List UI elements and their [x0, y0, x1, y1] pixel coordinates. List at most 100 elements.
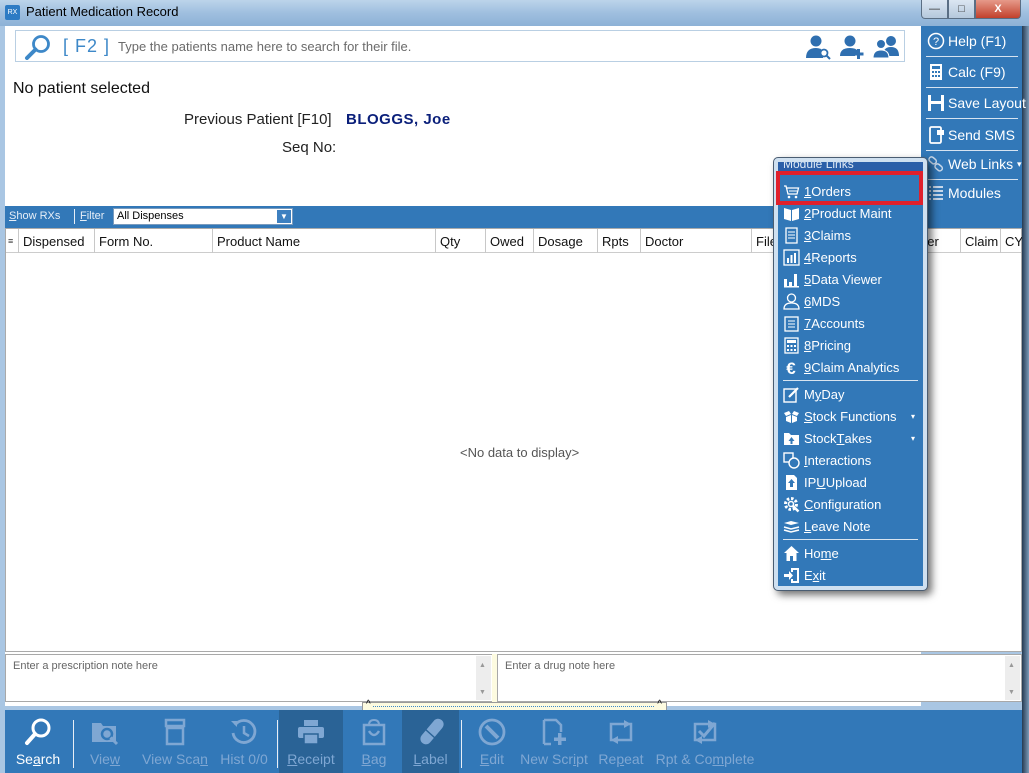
upload-icon [786, 474, 797, 490]
minimize-button[interactable]: — [921, 0, 948, 19]
sms-icon [929, 126, 944, 144]
patient-group-icon[interactable] [872, 34, 900, 60]
column-header-qty[interactable]: Qty [435, 229, 485, 253]
column-header-doctor[interactable]: Doctor [640, 229, 752, 253]
svg-text:€: € [786, 359, 796, 376]
modules-icon [929, 186, 943, 200]
menu-item-home[interactable]: Ho m e [778, 542, 923, 564]
euro-icon: € [786, 359, 796, 376]
add-patient-icon[interactable] [838, 34, 866, 60]
view-scan-button[interactable]: View Scan [139, 710, 211, 773]
menu-item-configuration[interactable]: Configuration [778, 493, 923, 515]
menu-item-exit[interactable]: Ex it [778, 564, 923, 586]
prescription-note-input[interactable] [6, 655, 474, 701]
help-button[interactable]: ? Help (F1) [923, 27, 1020, 55]
column-header-form-no[interactable]: Form No. [94, 229, 212, 253]
menu-item-reports[interactable]: 4 Reports [778, 246, 923, 268]
menu-item-interactions[interactable]: Interactions [778, 449, 923, 471]
menu-item-accounts[interactable]: 7 Accounts [778, 312, 923, 334]
menu-item-pricing[interactable]: 8 Pricing [778, 334, 923, 356]
calculator-icon [930, 64, 942, 80]
find-patient-icon[interactable] [804, 34, 832, 60]
column-header-rpts[interactable]: Rpts [597, 229, 640, 253]
toolbar-divider [277, 720, 278, 768]
close-icon: X [994, 3, 1002, 15]
prescription-note-scrollbar[interactable]: ▲ ▼ [476, 656, 491, 700]
drug-note-scrollbar[interactable]: ▲ ▼ [1005, 656, 1020, 700]
show-rxs-link[interactable]: Show RXs [9, 210, 60, 222]
new-script-button[interactable]: New Script [520, 710, 588, 773]
box-icon [784, 207, 799, 221]
boxes-icon [784, 410, 799, 423]
edit-button[interactable]: Edit [473, 710, 511, 773]
close-button[interactable]: X [975, 0, 1021, 19]
interactions-icon [783, 451, 800, 469]
scroll-up-icon[interactable]: ▲ [1008, 662, 1015, 669]
report-icon [783, 248, 800, 266]
menu-item-data-viewer[interactable]: 5 Data Viewer [778, 268, 923, 290]
search-icon[interactable] [24, 34, 52, 60]
column-header-claim[interactable]: Claim [960, 229, 1000, 253]
bottom-toolbar: Search View View Scan Hist 0/0 Receipt B… [5, 710, 1022, 773]
layers-icon [783, 520, 800, 533]
folder-up-icon [784, 432, 799, 445]
menu-item-stock-takes[interactable]: Stock Takes ▾ [778, 427, 923, 449]
repeat-icon [609, 720, 633, 744]
view-button[interactable]: View [83, 710, 127, 773]
column-header-cy[interactable]: CY [1000, 229, 1022, 253]
receipt-button[interactable]: Receipt [279, 710, 343, 773]
menu-item-ipu-upload[interactable]: IP U Upload [778, 471, 923, 493]
column-header-dosage[interactable]: Dosage [533, 229, 597, 253]
patient-search-input[interactable] [118, 36, 698, 56]
scanner-icon [164, 718, 186, 746]
bag-icon [362, 718, 386, 746]
column-header-owed[interactable]: Owed [485, 229, 533, 253]
web-links-button[interactable]: Web Links ▾ [923, 150, 1022, 178]
calculator-icon [784, 336, 799, 354]
modules-button[interactable]: Modules [923, 179, 1020, 207]
menu-item-my-day[interactable]: My Day [778, 383, 923, 405]
search-button[interactable]: Search [9, 710, 67, 773]
repeat-button[interactable]: Repeat [595, 710, 647, 773]
help-icon: ? [927, 32, 945, 50]
calc-button[interactable]: Calc (F9) [923, 58, 1020, 86]
menu-item-product-maint[interactable]: 2 Product Maint [778, 202, 923, 224]
menu-item-leave-note[interactable]: Leave Note [778, 515, 923, 537]
empty-grid-message: <No data to display> [460, 445, 580, 460]
menu-divider [783, 539, 918, 540]
notes-splitter-handle[interactable]: ^ ^ [362, 699, 667, 710]
drug-note-input[interactable] [498, 655, 1003, 701]
previous-patient-link[interactable]: BLOGGS, Joe [346, 111, 451, 128]
menu-item-mds[interactable]: 6 MDS [778, 290, 923, 312]
scroll-up-icon[interactable]: ▲ [479, 662, 486, 669]
submenu-arrow-icon: ▾ [910, 433, 915, 443]
menu-item-stock-functions[interactable]: Stock Functions ▾ [778, 405, 923, 427]
menu-item-claims[interactable]: 3 Claims [778, 224, 923, 246]
splitter-grip [373, 706, 654, 707]
scroll-down-icon[interactable]: ▼ [1008, 689, 1015, 696]
label-button[interactable]: Label [402, 710, 459, 773]
title-bar[interactable]: RX Patient Medication Record — □ X [0, 0, 1029, 26]
scroll-icon [785, 226, 798, 244]
history-button[interactable]: Hist 0/0 [217, 710, 271, 773]
send-sms-button[interactable]: Send SMS [923, 121, 1020, 149]
menu-item-claim-analytics[interactable]: € 9 Claim Analytics [778, 356, 923, 378]
column-chooser-icon[interactable]: ≡ [8, 235, 18, 247]
chevron-down-icon[interactable]: ▼ [277, 210, 291, 223]
filter-dropdown[interactable]: All Dispenses ▼ [113, 208, 293, 225]
pill-icon [419, 718, 444, 745]
bag-button[interactable]: Bag [345, 710, 403, 773]
toolbar-divider [73, 720, 74, 768]
repeat-complete-button[interactable]: Rpt & Complete [656, 710, 754, 773]
column-header-dispensed[interactable]: Dispensed [18, 229, 96, 253]
scroll-down-icon[interactable]: ▼ [479, 689, 486, 696]
orders-highlight-box [776, 171, 923, 205]
expand-caret-icon[interactable]: ^ [657, 699, 662, 710]
column-header-product-name[interactable]: Product Name [212, 229, 436, 253]
search-icon [25, 718, 51, 745]
save-layout-button[interactable]: Save Layout [923, 89, 1026, 117]
exit-icon [784, 567, 799, 583]
expand-caret-icon[interactable]: ^ [366, 699, 371, 710]
maximize-button[interactable]: □ [948, 0, 975, 19]
filter-label[interactable]: Filter [80, 210, 104, 222]
